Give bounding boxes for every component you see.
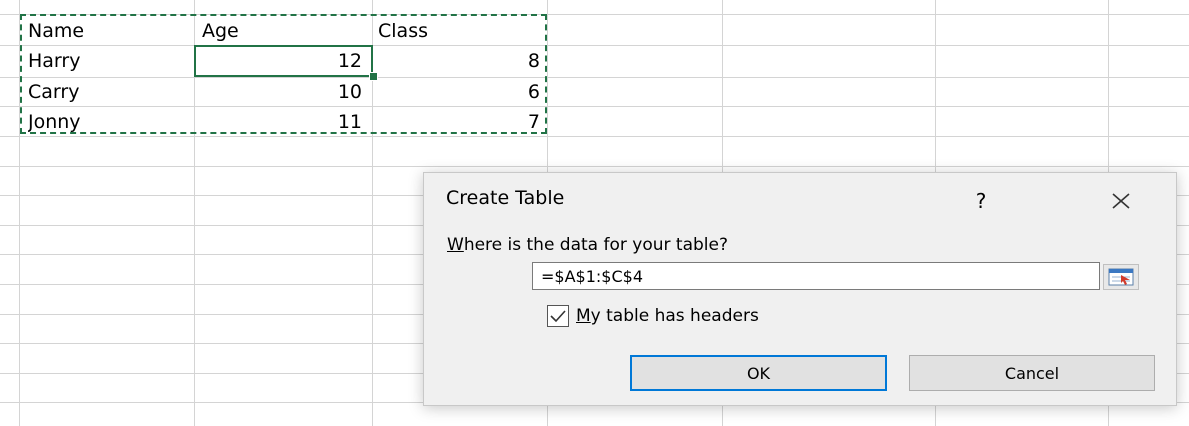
cell-name[interactable]: Jonny [28,107,188,137]
headers-checkbox[interactable] [547,305,569,327]
check-icon [550,310,566,323]
prompt-text: here is the data for your table? [463,235,728,255]
checkbox-accelerator: M [576,306,591,326]
help-button[interactable]: ? [968,186,994,216]
ok-button[interactable]: OK [630,355,887,391]
checkbox-text: y table has headers [590,306,759,326]
dialog-title: Create Table [446,187,565,209]
cell-header-class[interactable]: Class [378,16,543,46]
collapse-dialog-icon [1108,268,1134,286]
cell-header-name[interactable]: Name [28,16,188,46]
cell-class[interactable]: 8 [376,46,540,76]
row-gridline [0,14,1189,15]
prompt-accelerator: W [447,235,464,255]
cell-name[interactable]: Harry [28,46,188,76]
close-icon [1112,193,1130,209]
cell-age[interactable]: 11 [198,107,362,137]
row-gridline [0,166,1189,167]
cell-class[interactable]: 6 [376,77,540,107]
cell-name[interactable]: Carry [28,77,188,107]
close-button[interactable] [1106,186,1136,216]
cell-age[interactable]: 10 [198,77,362,107]
column-gridline [19,0,20,426]
cancel-button[interactable]: Cancel [909,355,1155,391]
range-prompt-label: Where is the data for your table? [447,235,728,255]
cell-class[interactable]: 7 [376,107,540,137]
cell-header-age[interactable]: Age [202,16,367,46]
collapse-dialog-button[interactable] [1103,264,1139,290]
fill-handle[interactable] [369,72,378,81]
range-input[interactable] [532,262,1100,290]
headers-checkbox-label[interactable]: My table has headers [576,306,759,326]
active-cell-highlight [194,45,373,77]
